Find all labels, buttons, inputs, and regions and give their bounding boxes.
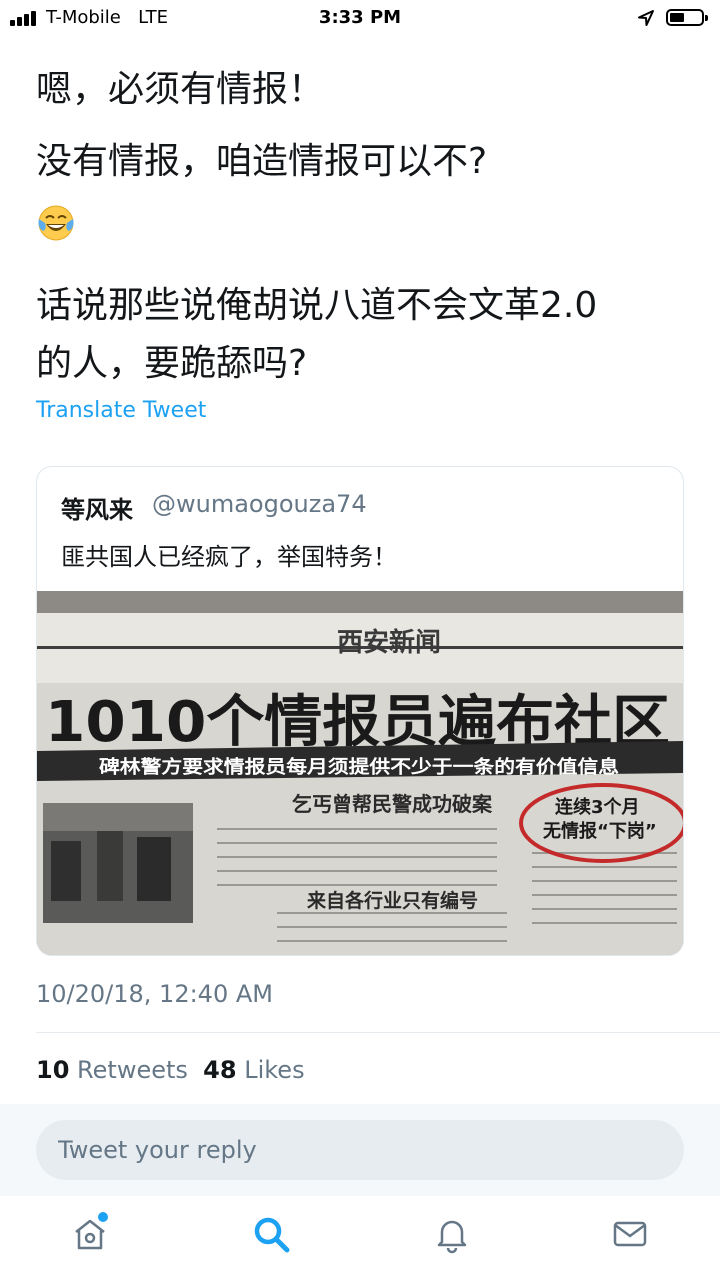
search-icon[interactable]: [251, 1214, 291, 1254]
tweet-stats: 10 Retweets 48 Likes: [36, 1056, 305, 1084]
quoted-tweet-card[interactable]: 等风来 @wumaogouza74 匪共国人已经疯了，举国特务！ 西安新闻 10…: [36, 466, 684, 956]
newspaper-masthead: 西安新闻: [337, 627, 441, 658]
laughing-tears-emoji-icon: [38, 205, 74, 241]
newspaper-story-title: 乞丐曾帮民警成功破案: [292, 792, 493, 816]
newspaper-photo[interactable]: 西安新闻 1010个情报员遍布社区 碑林警方要求情报员每月须提供不少于一条的有价…: [37, 591, 684, 956]
tweet-text-line-2: 没有情报，咱造情报可以不?: [36, 141, 488, 182]
circled-note-line-2: 无情报“下岗”: [543, 820, 657, 842]
bottom-tab-bar: [0, 1196, 720, 1280]
battery-icon: [666, 9, 708, 26]
reply-input[interactable]: [36, 1120, 684, 1180]
circled-note-line-1: 连续3个月: [555, 796, 640, 818]
quoted-author-handle: @wumaogouza74: [152, 490, 367, 518]
new-content-dot: [98, 1212, 108, 1222]
tweet-text-line-1: 嗯，必须有情报！: [36, 69, 325, 110]
messages-icon[interactable]: [610, 1214, 650, 1254]
tweet-timestamp: 10/20/18, 12:40 AM: [36, 980, 273, 1008]
location-arrow-icon: [638, 10, 654, 26]
notifications-icon[interactable]: [432, 1214, 472, 1254]
tweet-text-line-4: 的人，要跪舔吗?: [36, 343, 308, 384]
likes-count[interactable]: 48: [203, 1056, 236, 1084]
translate-tweet-link[interactable]: Translate Tweet: [36, 398, 206, 423]
tweet-text-line-3: 话说那些说俺胡说八道不会文革2.0: [36, 285, 598, 326]
divider: [36, 1032, 720, 1033]
retweets-label[interactable]: Retweets: [77, 1056, 188, 1084]
status-bar: T-Mobile LTE 3:33 PM: [0, 0, 720, 36]
quoted-tweet-text: 匪共国人已经疯了，举国特务！: [61, 543, 397, 571]
retweets-count[interactable]: 10: [36, 1056, 69, 1084]
newspaper-story-title-2: 来自各行业只有编号: [307, 889, 478, 912]
status-time: 3:33 PM: [318, 7, 402, 28]
newspaper-subheadline: 碑林警方要求情报员每月须提供不少于一条的有价值信息: [99, 756, 619, 778]
quoted-author-name: 等风来: [61, 496, 133, 524]
likes-label[interactable]: Likes: [244, 1056, 304, 1084]
